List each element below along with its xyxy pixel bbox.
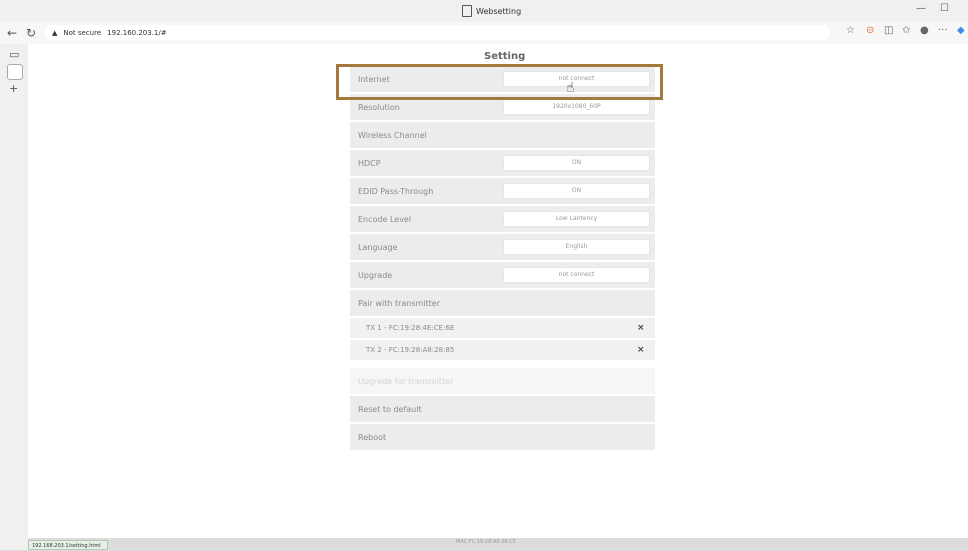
transmitter-row: TX 1 - FC:19:28:4E:CE:6E ×	[350, 318, 655, 340]
transmitter-label: TX 1 - FC:19:28:4E:CE:6E	[366, 324, 455, 332]
wireless-channel-row[interactable]: Wireless Channel	[350, 122, 655, 150]
transmitter-label: TX 2 - FC:19:28:A8:28:85	[366, 346, 455, 354]
language-label: Language	[358, 243, 398, 252]
reboot-label: Reboot	[358, 433, 387, 442]
edid-row: EDID Pass-Through ON	[350, 178, 655, 206]
mac-address-footer: MAC:FC:19:28:A8:28:C5	[456, 539, 516, 545]
favorite-star-icon[interactable]: ☆	[846, 25, 855, 36]
upgrade-transmitter-row: Upgrade for transmitter	[350, 368, 655, 396]
wireless-channel-label: Wireless Channel	[358, 131, 427, 140]
pair-transmitter-row[interactable]: Pair with transmitter	[350, 290, 655, 318]
url-field[interactable]: ▲ Not secure 192.160.203.1/#	[44, 25, 830, 40]
copilot-icon[interactable]: ◆	[957, 25, 965, 36]
language-row: Language English	[350, 234, 655, 262]
more-icon[interactable]: ···	[938, 25, 948, 36]
edid-label: EDID Pass-Through	[358, 187, 434, 196]
resolution-select[interactable]: 1920x1080_60P	[503, 99, 650, 115]
page-icon	[462, 5, 472, 17]
upgrade-row: Upgrade not connect	[350, 262, 655, 290]
browser-tab[interactable]: Websetting	[462, 5, 521, 17]
encode-level-label: Encode Level	[358, 215, 412, 224]
maximize-button[interactable]: ☐	[940, 3, 949, 14]
resolution-label: Resolution	[358, 103, 400, 112]
reboot-row[interactable]: Reboot	[350, 424, 655, 452]
edid-select[interactable]: ON	[503, 183, 650, 199]
favorites-icon[interactable]: ✩	[902, 25, 910, 36]
back-button[interactable]: ←	[7, 26, 17, 40]
profile-icon[interactable]: ●	[920, 25, 929, 36]
remove-transmitter-1-icon[interactable]: ×	[637, 323, 645, 333]
not-secure-label: Not secure	[63, 28, 102, 37]
upgrade-label: Upgrade	[358, 271, 393, 280]
url-text: 192.160.203.1/#	[107, 28, 167, 37]
settings-table: Internet not connect Resolution 1920x108…	[350, 66, 655, 452]
warning-icon: ▲	[52, 28, 58, 37]
pair-transmitter-label: Pair with transmitter	[358, 299, 441, 308]
browser-title-bar: Websetting — ☐	[0, 0, 968, 22]
address-bar: ← ↻ ▲ Not secure 192.160.203.1/#	[0, 22, 968, 44]
hdcp-select[interactable]: ON	[503, 155, 650, 171]
transmitter-row: TX 2 - FC:19:28:A8:28:85 ×	[350, 340, 655, 362]
upgrade-transmitter-label: Upgrade for transmitter	[358, 377, 454, 386]
split-screen-icon[interactable]: ◫	[884, 25, 893, 36]
tab-actions-icon[interactable]: ▭	[9, 48, 19, 61]
page-title: Setting	[484, 51, 526, 62]
minimize-button[interactable]: —	[916, 3, 926, 14]
remove-transmitter-2-icon[interactable]: ×	[637, 345, 645, 355]
status-bar-url: 192.168.203.1/setting.html	[28, 540, 108, 550]
active-tab-icon[interactable]	[7, 64, 23, 80]
tab-title: Websetting	[476, 6, 522, 16]
upgrade-status-field[interactable]: not connect	[503, 267, 650, 283]
reset-default-label: Reset to default	[358, 405, 422, 414]
new-tab-icon[interactable]: +	[9, 82, 18, 95]
reset-default-row[interactable]: Reset to default	[350, 396, 655, 424]
extension-icon[interactable]: ⊝	[866, 25, 874, 36]
encode-level-row: Encode Level Low Lantency	[350, 206, 655, 234]
hdcp-label: HDCP	[358, 159, 381, 168]
hdcp-row: HDCP ON	[350, 150, 655, 178]
language-select[interactable]: English	[503, 239, 650, 255]
highlight-frame	[336, 64, 663, 100]
encode-level-select[interactable]: Low Lantency	[503, 211, 650, 227]
mouse-cursor-icon: ☝	[566, 80, 575, 96]
vertical-tab-sidebar: ▭ +	[0, 44, 28, 550]
reload-button[interactable]: ↻	[26, 26, 36, 40]
